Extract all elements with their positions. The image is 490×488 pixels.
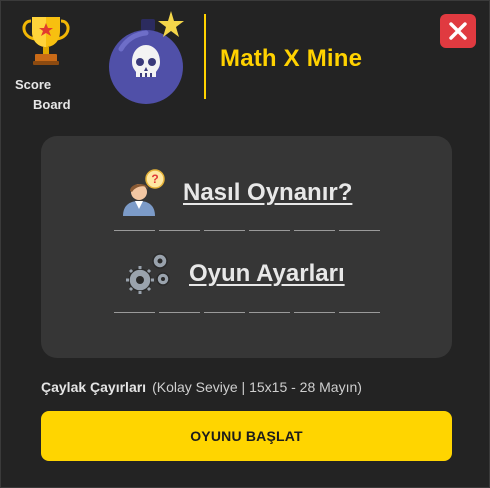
level-info-row: Çaylak Çayırları (Kolay Seviye | 15x15 - … (41, 379, 362, 395)
level-name: Çaylak Çayırları (41, 379, 147, 395)
how-to-play-label: Nasıl Oynanır? (183, 179, 353, 206)
close-icon (449, 22, 467, 40)
header-divider (204, 14, 206, 99)
app-window: Score Board Math X Mine ? Nasıl Oynanır?… (0, 0, 490, 488)
how-to-play-underline-dashes (114, 230, 380, 231)
scoreboard-label-score: Score (15, 77, 52, 92)
game-settings-link[interactable]: Oyun Ayarları (123, 250, 345, 298)
question-person-icon: ? (123, 169, 165, 216)
gears-icon (126, 253, 170, 294)
trophy-icon (22, 17, 70, 65)
close-button[interactable] (440, 14, 476, 48)
start-game-button[interactable]: OYUNU BAŞLAT (41, 411, 452, 461)
skull-bomb-icon (109, 11, 184, 104)
menu-panel: ? Nasıl Oynanır? Oyun Ayarları (41, 136, 452, 358)
how-to-play-link[interactable]: ? Nasıl Oynanır? (117, 169, 352, 217)
game-settings-underline-dashes (114, 312, 380, 313)
level-details: (Kolay Seviye | 15x15 - 28 Mayın) (152, 379, 362, 395)
scoreboard-button[interactable]: Score Board (11, 11, 81, 113)
svg-text:?: ? (151, 172, 158, 186)
app-title: Math X Mine (220, 45, 363, 72)
game-settings-label: Oyun Ayarları (189, 260, 345, 287)
scoreboard-label-board: Board (33, 97, 71, 112)
